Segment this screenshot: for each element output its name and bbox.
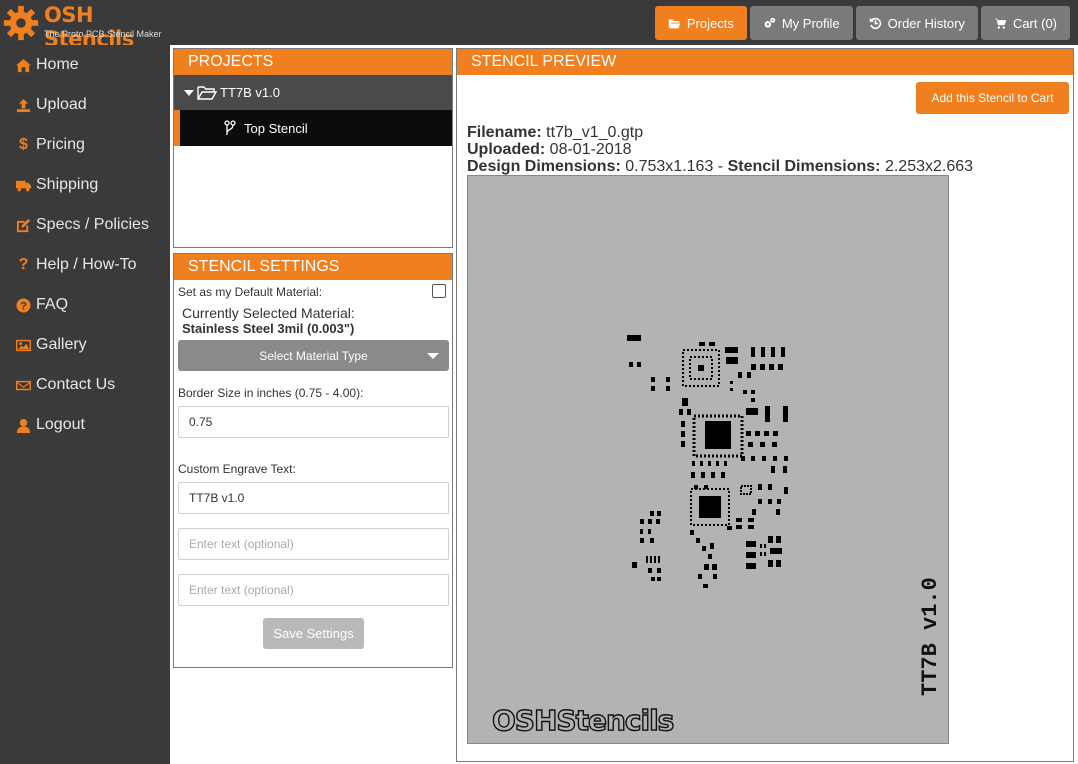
stencil-name: Top Stencil (244, 120, 308, 136)
sidebar-item-label: Pricing (36, 136, 85, 153)
projects-panel: PROJECTS TT7B v1.0 Top Stencil (173, 48, 453, 248)
caret-down-icon (427, 353, 439, 359)
sidebar-item-faq[interactable]: ? FAQ (0, 285, 170, 325)
border-size-label: Border Size in inches (0.75 - 4.00): (178, 386, 364, 400)
engrave-text-input[interactable]: TT7B v1.0 (178, 482, 449, 514)
nav-profile-button[interactable]: My Profile (749, 6, 853, 40)
sidebar-item-pricing[interactable]: $ Pricing (0, 125, 170, 165)
sidebar-item-label: Upload (36, 96, 87, 113)
sidebar-item-contact[interactable]: Contact Us (0, 365, 170, 405)
select-material-label: Select Material Type (259, 348, 368, 363)
add-to-cart-button[interactable]: Add this Stencil to Cart (916, 82, 1069, 114)
upload-icon (16, 98, 31, 113)
sidebar-item-specs[interactable]: Specs / Policies (0, 205, 170, 245)
default-material-checkbox[interactable] (432, 284, 446, 298)
dim-separator: - (717, 158, 724, 175)
nav-profile-label: My Profile (781, 15, 840, 31)
dimensions-line: Design Dimensions: 0.753x1.163 - Stencil… (467, 158, 973, 175)
sidebar-item-home[interactable]: Home (0, 45, 170, 85)
top-bar: OSH Stencils The Proto PCB Stencil Maker… (0, 0, 1078, 51)
stencil-preview-panel: STENCIL PREVIEW Add this Stencil to Cart… (456, 48, 1074, 762)
gears-icon (764, 17, 776, 28)
extra-text-input-2[interactable]: Enter text (optional) (178, 574, 449, 606)
stencil-preview-image: OSHStencils TT7B v1.0 (467, 175, 949, 744)
folder-open-icon (668, 18, 681, 28)
design-dim-value: 0.753x1.163 (625, 158, 714, 175)
sidebar: Home Upload $ Pricing Shipping Specs / P… (0, 45, 170, 764)
sidebar-item-label: FAQ (36, 296, 69, 313)
stencil-settings-panel: STENCIL SETTINGS Set as my Default Mater… (173, 253, 453, 668)
user-icon (16, 418, 31, 433)
sidebar-item-label: Specs / Policies (36, 216, 149, 233)
stencil-engrave-text: TT7B v1.0 (918, 577, 943, 696)
filename-line: Filename: tt7b_v1_0.gtp (467, 124, 643, 141)
edit-icon (16, 218, 31, 233)
sidebar-item-logout[interactable]: Logout (0, 405, 170, 445)
extra-text-input-1[interactable]: Enter text (optional) (178, 528, 449, 560)
logo[interactable]: OSH Stencils The Proto PCB Stencil Maker (2, 2, 172, 51)
uploaded-line: Uploaded: 08-01-2018 (467, 141, 632, 158)
border-size-input[interactable]: 0.75 (178, 406, 449, 438)
home-icon (16, 58, 31, 73)
uploaded-value: 08-01-2018 (549, 141, 632, 158)
default-material-label: Set as my Default Material: (178, 285, 323, 299)
branch-icon (224, 120, 236, 135)
nav-order-history-button[interactable]: Order History (855, 6, 978, 40)
envelope-icon (16, 378, 31, 393)
sidebar-item-label: Shipping (36, 176, 99, 193)
projects-panel-title: PROJECTS (174, 49, 452, 75)
top-nav: Projects My Profile Order History Cart (… (654, 6, 1070, 40)
caret-down-icon[interactable] (184, 89, 194, 96)
stencil-tree-item[interactable]: Top Stencil (174, 110, 452, 146)
stencil-watermark: OSHStencils (491, 703, 675, 737)
project-tree-item[interactable]: TT7B v1.0 (174, 75, 452, 110)
brand-name: OSH Stencils (44, 3, 134, 51)
sidebar-item-label: Gallery (36, 336, 87, 353)
sidebar-item-shipping[interactable]: Shipping (0, 165, 170, 205)
stencil-dim-label: Stencil Dimensions: (727, 158, 881, 175)
svg-text:?: ? (20, 300, 27, 312)
truck-icon (16, 178, 31, 193)
dollar-icon: $ (19, 136, 28, 153)
nav-order-history-label: Order History (887, 15, 965, 31)
sidebar-item-label: Help / How-To (36, 256, 137, 273)
nav-projects-label: Projects (686, 15, 734, 31)
design-dim-label: Design Dimensions: (467, 158, 621, 175)
current-material-value: Stainless Steel 3mil (0.003") (182, 321, 355, 336)
history-icon (869, 17, 881, 29)
stencil-dim-value: 2.253x2.663 (884, 158, 974, 175)
filename-value: tt7b_v1_0.gtp (546, 124, 644, 141)
picture-icon (16, 338, 31, 353)
current-material-label: Currently Selected Material: (182, 305, 355, 321)
sidebar-item-upload[interactable]: Upload (0, 85, 170, 125)
nav-cart-button[interactable]: Cart (0) (980, 6, 1070, 40)
brand-tagline: The Proto PCB Stencil Maker (44, 29, 162, 39)
filename-label: Filename: (467, 124, 542, 141)
sidebar-item-label: Contact Us (36, 376, 116, 393)
sidebar-item-help[interactable]: ? Help / How-To (0, 245, 170, 285)
nav-cart-label: Cart (0) (1012, 15, 1057, 31)
stencil-pads (627, 335, 788, 588)
uploaded-label: Uploaded: (467, 141, 546, 158)
save-settings-button[interactable]: Save Settings (263, 618, 364, 649)
project-name: TT7B v1.0 (220, 85, 280, 100)
question-circle-icon: ? (16, 297, 31, 313)
nav-projects-button[interactable]: Projects (654, 6, 747, 40)
question-icon: ? (18, 256, 29, 273)
sidebar-item-label: Home (36, 56, 79, 73)
settings-panel-title: STENCIL SETTINGS (174, 254, 452, 280)
select-material-dropdown[interactable]: Select Material Type (178, 340, 449, 371)
folder-open-icon (197, 85, 217, 100)
preview-panel-title: STENCIL PREVIEW (457, 49, 1073, 75)
sidebar-item-gallery[interactable]: Gallery (0, 325, 170, 365)
engrave-text-label: Custom Engrave Text: (178, 462, 296, 476)
gear-logo-icon (3, 5, 39, 41)
cart-icon (993, 18, 1007, 29)
sidebar-item-label: Logout (36, 416, 85, 433)
